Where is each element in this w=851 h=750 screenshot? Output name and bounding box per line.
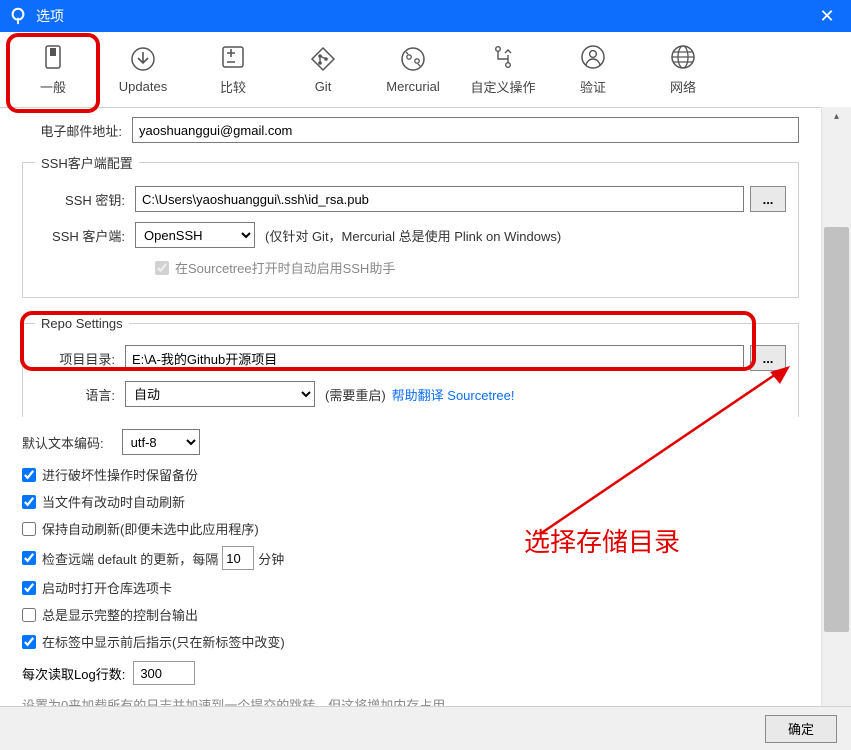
title-bar: 选项 ✕	[0, 0, 851, 32]
encoding-label: 默认文本编码:	[22, 433, 114, 452]
fullconsole-label: 总是显示完整的控制台输出	[42, 605, 198, 624]
custom-actions-icon	[489, 43, 517, 71]
tabindicator-checkbox[interactable]	[22, 635, 36, 649]
ssh-fieldset: SSH客户端配置 SSH 密钥: ... SSH 客户端: OpenSSH (仅…	[22, 153, 799, 298]
ok-button[interactable]: 确定	[765, 715, 837, 743]
tab-git[interactable]: Git	[278, 32, 368, 107]
tab-auth[interactable]: 验证	[548, 32, 638, 107]
language-select[interactable]: 自动	[125, 381, 315, 407]
tab-bar: 一般 Updates 比较 Git Mercurial 自定义操作 验证	[0, 32, 851, 108]
app-icon	[8, 6, 28, 26]
project-dir-label: 项目目录:	[35, 349, 125, 368]
project-dir-browse-button[interactable]: ...	[750, 345, 786, 371]
autorefresh-label: 当文件有改动时自动刷新	[42, 492, 185, 511]
scrollbar[interactable]: ▴	[821, 107, 851, 706]
project-dir-input[interactable]	[125, 345, 744, 371]
autorefresh-checkbox[interactable]	[22, 495, 36, 509]
keeprefresh-label: 保持自动刷新(即便未选中此应用程序)	[42, 519, 259, 538]
ssh-auto-checkbox	[155, 261, 169, 275]
repo-legend: Repo Settings	[35, 316, 129, 331]
opentab-label: 启动时打开仓库选项卡	[42, 578, 172, 597]
ssh-client-label: SSH 客户端:	[35, 226, 135, 245]
close-button[interactable]: ✕	[811, 0, 843, 32]
help-translate-link[interactable]: 帮助翻译 Sourcetree!	[392, 385, 515, 404]
backup-label: 进行破坏性操作时保留备份	[42, 465, 198, 484]
tab-custom-actions[interactable]: 自定义操作	[458, 32, 548, 107]
email-label: 电子邮件地址:	[22, 121, 132, 140]
checkremote-pre: 检查远端 default 的更新，每隔	[42, 549, 218, 568]
tab-general[interactable]: 一般	[8, 32, 98, 107]
log-lines-label: 每次读取Log行数:	[22, 664, 125, 683]
ssh-legend: SSH客户端配置	[35, 153, 139, 172]
scroll-up-icon[interactable]: ▴	[822, 107, 851, 125]
ssh-key-browse-button[interactable]: ...	[750, 186, 786, 212]
repo-fieldset: Repo Settings 项目目录: ... 语言: 自动 (需要重启) 帮助…	[22, 316, 799, 417]
user-icon	[579, 43, 607, 71]
tab-updates[interactable]: Updates	[98, 32, 188, 107]
backup-checkbox[interactable]	[22, 468, 36, 482]
tab-network[interactable]: 网络	[638, 32, 728, 107]
opentab-checkbox[interactable]	[22, 581, 36, 595]
restart-note: (需要重启)	[325, 385, 386, 404]
globe-icon	[669, 43, 697, 71]
ssh-client-select[interactable]: OpenSSH	[135, 222, 255, 248]
dialog-footer: 确定	[0, 706, 851, 750]
checkremote-minutes-input[interactable]	[222, 546, 254, 570]
email-input[interactable]	[132, 117, 799, 143]
checkremote-post: 分钟	[258, 549, 284, 568]
general-icon	[39, 43, 67, 71]
ssh-client-note: (仅针对 Git，Mercurial 总是使用 Plink on Windows…	[265, 226, 561, 245]
scrollbar-thumb[interactable]	[824, 227, 849, 632]
log-hint: 设置为0来加载所有的日志并加速到一个提交的跳转，但这将增加内存占用。	[22, 695, 799, 706]
tabindicator-label: 在标签中显示前后指示(只在新标签中改变)	[42, 632, 285, 651]
encoding-select[interactable]: utf-8	[122, 429, 200, 455]
mercurial-icon	[399, 45, 427, 73]
content-area: 电子邮件地址: SSH客户端配置 SSH 密钥: ... SSH 客户端: Op…	[6, 107, 815, 706]
log-lines-input[interactable]	[133, 661, 195, 685]
checkremote-checkbox[interactable]	[22, 551, 36, 565]
annotation-text: 选择存储目录	[524, 522, 680, 559]
tab-mercurial[interactable]: Mercurial	[368, 32, 458, 107]
tab-diff[interactable]: 比较	[188, 32, 278, 107]
keeprefresh-checkbox[interactable]	[22, 522, 36, 536]
language-label: 语言:	[35, 385, 125, 404]
ssh-key-input[interactable]	[135, 186, 744, 212]
download-icon	[129, 45, 157, 73]
ssh-key-label: SSH 密钥:	[35, 190, 135, 209]
ssh-auto-label: 在Sourcetree打开时自动启用SSH助手	[175, 258, 395, 277]
fullconsole-checkbox[interactable]	[22, 608, 36, 622]
window-title: 选项	[36, 6, 811, 26]
diff-icon	[219, 43, 247, 71]
git-icon	[309, 45, 337, 73]
